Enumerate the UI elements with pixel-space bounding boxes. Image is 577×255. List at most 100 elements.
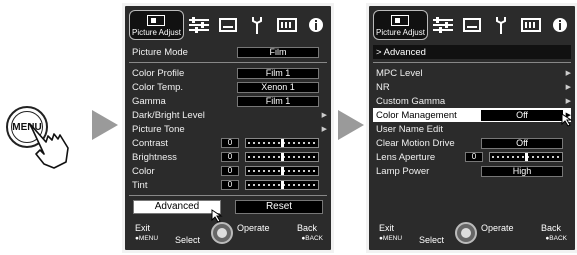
divider [373,62,571,63]
footer-help: Exit ●MENU Select Operate Back ●BACK [125,220,331,250]
tint-row[interactable]: Tint 0 [129,178,327,192]
brightness-track[interactable] [245,152,319,162]
lens-aperture-label: Lens Aperture [376,151,436,163]
brightness-value: 0 [221,152,239,162]
submenu-arrow-icon: ▶ [565,84,571,91]
color-temp-row[interactable]: Color Temp. Xenon 1 [129,80,327,94]
function-icon[interactable] [272,10,301,40]
advanced-list: > Advanced MPC Level ▶ NR ▶ Custom Gamma… [373,45,571,178]
tint-value: 0 [221,180,239,190]
clear-motion-drive-label: Clear Motion Drive [376,137,455,149]
advanced-panel: Picture Adjust > Advanced MPC Level ▶ NR… [366,3,577,253]
color-slider[interactable]: 0 [221,166,319,176]
divider [129,62,327,63]
lens-aperture-value: 0 [465,152,483,162]
clear-motion-drive-value: Off [481,137,563,149]
custom-gamma-label: Custom Gamma [376,95,446,107]
color-profile-value: Film 1 [237,67,319,79]
advanced-header-label: > Advanced [376,46,426,58]
picture-tone-row[interactable]: Picture Tone ▶ [129,122,327,136]
custom-gamma-row[interactable]: Custom Gamma ▶ [373,94,571,108]
reset-button[interactable]: Reset [235,200,323,214]
picture-adjust-tab[interactable]: Picture Adjust [129,10,184,40]
settings-sliders-icon[interactable] [184,10,213,40]
user-name-edit-label: User Name Edit [376,123,444,135]
dial-pad-icon [211,222,233,244]
contrast-slider[interactable]: 0 [221,138,319,148]
installation-wrench-icon[interactable] [243,10,272,40]
back-hint: ●BACK [301,235,323,242]
brightness-label: Brightness [132,151,177,163]
display-icon[interactable] [213,10,242,40]
color-profile-row[interactable]: Color Profile Film 1 [129,66,327,80]
installation-wrench-icon[interactable] [487,10,516,40]
picture-adjust-tab-label: Picture Adjust [132,28,181,37]
picture-adjust-tab[interactable]: Picture Adjust [373,10,428,40]
select-label: Select [175,235,201,245]
nr-label: NR [376,81,390,93]
back-label: Back [296,223,317,233]
contrast-value: 0 [221,138,239,148]
lens-aperture-row[interactable]: Lens Aperture 0 [373,150,571,164]
picture-adjust-panel: Picture Adjust Picture Mode Film Color P… [122,3,334,253]
mpc-level-label: MPC Level [376,67,423,79]
operate-label: Operate [237,223,270,233]
gamma-row[interactable]: Gamma Film 1 [129,94,327,108]
action-buttons: Advanced Reset [129,200,327,214]
user-name-edit-row[interactable]: User Name Edit [373,122,571,136]
display-icon[interactable] [457,10,486,40]
picture-adjust-tab-label: Picture Adjust [376,28,425,37]
picture-mode-label: Picture Mode [132,46,188,58]
color-profile-label: Color Profile [132,67,185,79]
exit-label: Exit [379,223,395,233]
info-icon[interactable] [546,10,575,40]
contrast-track[interactable] [245,138,319,148]
color-management-label: Color Management [376,109,457,121]
nr-row[interactable]: NR ▶ [373,80,571,94]
dark-bright-level-row[interactable]: Dark/Bright Level ▶ [129,108,327,122]
info-icon[interactable] [302,10,331,40]
gamma-value: Film 1 [237,95,319,107]
advanced-header: > Advanced [373,45,571,59]
color-track[interactable] [245,166,319,176]
brightness-row[interactable]: Brightness 0 [129,150,327,164]
lens-aperture-slider[interactable]: 0 [465,152,563,162]
color-value: 0 [221,166,239,176]
cursor-pointer-icon [561,113,573,127]
mpc-level-row[interactable]: MPC Level ▶ [373,66,571,80]
dial-pad-icon [455,222,477,244]
color-temp-value: Xenon 1 [237,81,319,93]
arrow-right-icon [92,110,118,140]
color-management-row[interactable]: Color Management Off ▶ [373,108,571,122]
color-label: Color [132,165,155,177]
back-label: Back [540,223,561,233]
function-icon[interactable] [516,10,545,40]
exit-label: Exit [135,223,151,233]
menu-icon-bar: Picture Adjust [125,6,331,44]
advanced-button[interactable]: Advanced [133,200,221,214]
clear-motion-drive-row[interactable]: Clear Motion Drive Off [373,136,571,150]
picture-icon [391,15,410,26]
contrast-row[interactable]: Contrast 0 [129,136,327,150]
lens-aperture-track[interactable] [489,152,563,162]
lamp-power-value: High [481,165,563,177]
submenu-arrow-icon: ▶ [565,98,571,105]
picture-mode-row[interactable]: Picture Mode Film [129,45,327,59]
lamp-power-label: Lamp Power [376,165,430,177]
lamp-power-row[interactable]: Lamp Power High [373,164,571,178]
picture-icon [147,15,166,26]
dark-bright-level-label: Dark/Bright Level [132,109,205,121]
footer-help: Exit ●MENU Select Operate Back ●BACK [369,220,575,250]
submenu-arrow-icon: ▶ [321,126,327,133]
color-management-value: Off [481,109,563,121]
color-row[interactable]: Color 0 [129,164,327,178]
tint-slider[interactable]: 0 [221,180,319,190]
menu-icon-bar: Picture Adjust [369,6,575,44]
brightness-slider[interactable]: 0 [221,152,319,162]
pointing-hand-icon [29,123,69,169]
picture-tone-label: Picture Tone [132,123,185,135]
tint-track[interactable] [245,180,319,190]
settings-sliders-icon[interactable] [428,10,457,40]
color-temp-label: Color Temp. [132,81,184,93]
exit-menu-hint: ●MENU [379,235,403,242]
